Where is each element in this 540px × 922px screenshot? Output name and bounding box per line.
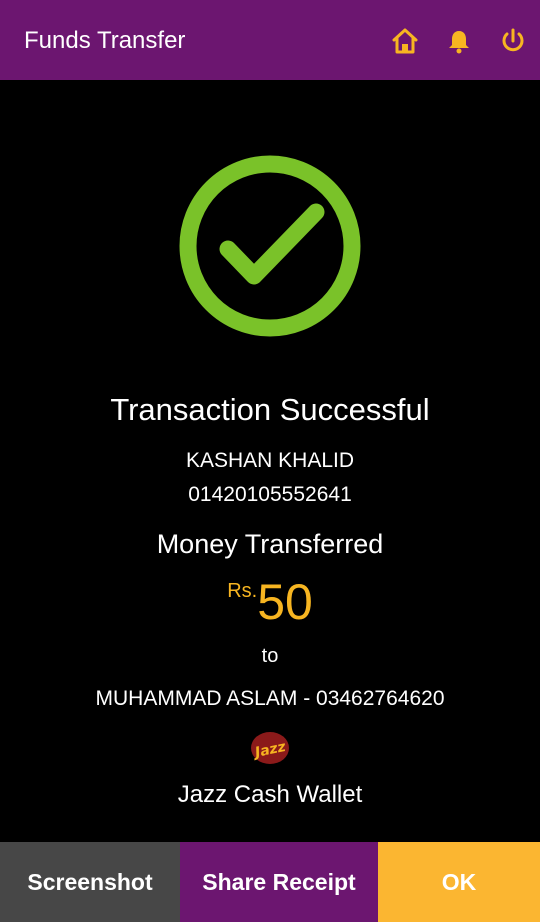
screenshot-button[interactable]: Screenshot	[0, 842, 180, 922]
sender-name: KASHAN KHALID	[185, 449, 355, 472]
ok-button[interactable]: OK	[378, 842, 540, 922]
bell-icon[interactable]	[444, 26, 474, 56]
wallet-name: Jazz Cash Wallet	[177, 781, 363, 808]
jazz-logo: Jazz	[250, 731, 290, 765]
currency-label: Rs.	[227, 580, 258, 602]
success-check-icon	[178, 154, 362, 338]
amount-display: Rs.50	[0, 572, 540, 632]
funds-transfer-screen: Funds Transfer Transaction Successful KA…	[0, 0, 540, 922]
action-bar: Screenshot Share Receipt OK	[0, 842, 540, 922]
transaction-status: Transaction Successful	[110, 392, 430, 427]
transfer-amount: 50	[257, 574, 313, 630]
home-icon[interactable]	[390, 26, 420, 56]
share-receipt-button[interactable]: Share Receipt	[180, 842, 378, 922]
sender-account: 01420105552641	[188, 483, 352, 506]
partially-visible-text	[160, 826, 386, 832]
to-label: to	[261, 645, 279, 667]
power-icon[interactable]	[498, 26, 528, 56]
money-transferred-label: Money Transferred	[156, 529, 384, 559]
app-header: Funds Transfer	[0, 0, 540, 80]
page-title: Funds Transfer	[24, 27, 186, 54]
beneficiary: MUHAMMAD ASLAM - 03462764620	[95, 687, 445, 710]
